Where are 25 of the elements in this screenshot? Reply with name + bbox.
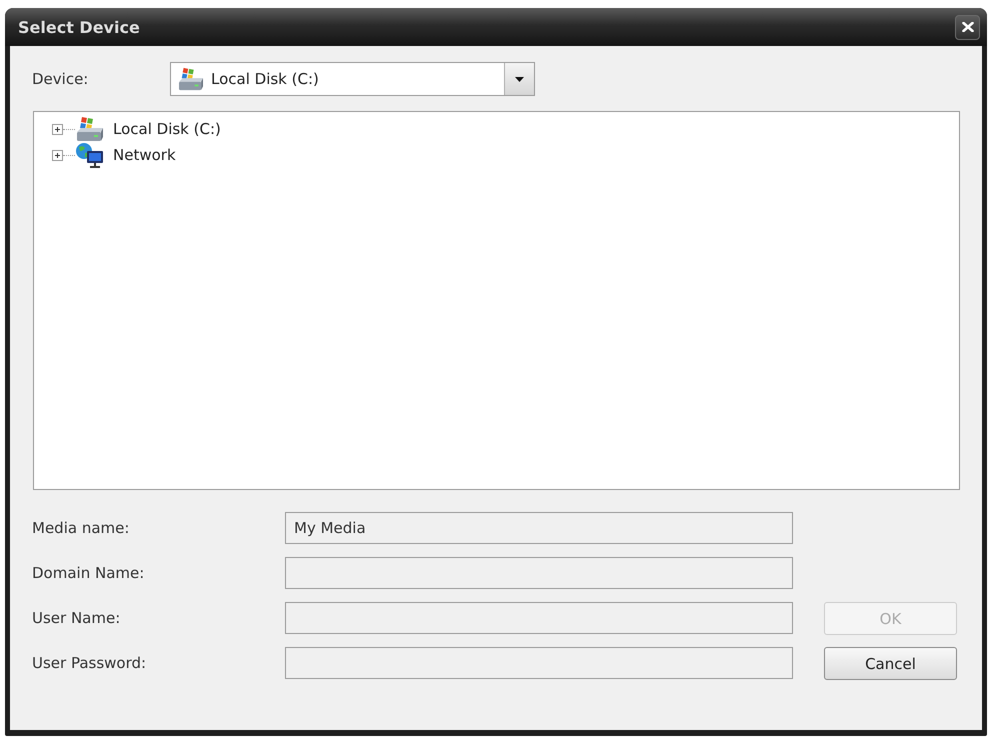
drive-icon [177,67,205,91]
text-field[interactable] [285,647,793,679]
tree-item[interactable]: Local Disk (C:) [75,116,225,142]
expand-button[interactable] [52,124,63,134]
dropdown-button[interactable] [504,63,534,95]
close-icon [962,22,974,32]
caret-icon [515,76,524,82]
field-label: Media name: [32,519,130,537]
window-title: Select Device [18,18,140,36]
field-label: Domain Name: [32,564,146,582]
expand-button[interactable] [52,150,63,160]
device-dropdown[interactable]: Local Disk (C:) [170,62,535,96]
text-field[interactable]: My Media [285,512,793,544]
field-label: User Password: [32,654,148,672]
dialog-button[interactable]: Cancel [824,647,957,680]
globe-monitor-icon [75,142,105,168]
field-label: User Name: [32,609,122,627]
tree-connector-line [63,128,75,130]
text-field[interactable] [285,557,793,589]
text-field[interactable] [285,602,793,634]
tree-connector-line [63,154,75,156]
close-button[interactable] [955,14,980,40]
drive-icon [75,116,105,142]
tree-item[interactable]: Network [75,142,180,168]
device-label: Device: [32,70,90,88]
